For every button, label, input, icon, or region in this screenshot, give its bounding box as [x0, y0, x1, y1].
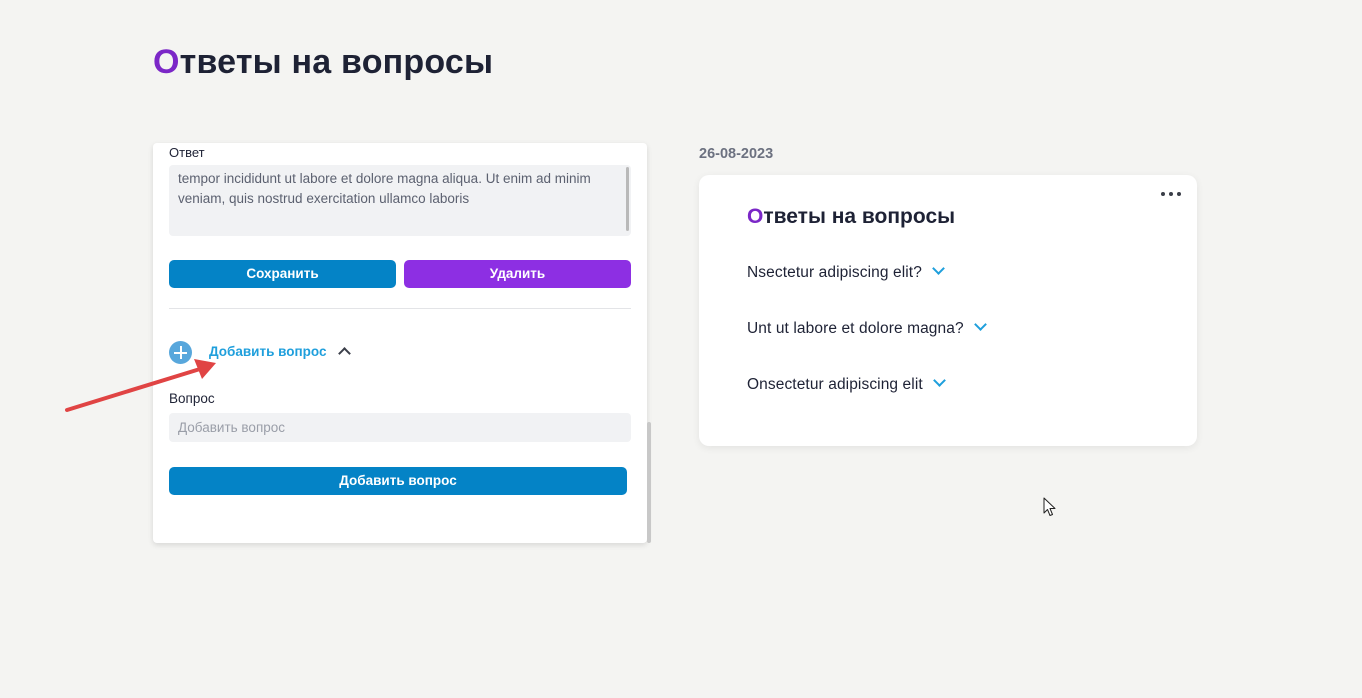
save-button[interactable]: Сохранить	[169, 260, 396, 288]
page-title-rest: тветы на вопросы	[179, 43, 494, 81]
more-horizontal-icon[interactable]	[1161, 187, 1185, 201]
faq-item[interactable]: Unt ut labore et dolore magna?	[747, 318, 987, 344]
panel-scrollbar[interactable]	[647, 422, 651, 543]
chevron-up-icon[interactable]	[338, 347, 351, 360]
answer-textarea[interactable]: tempor incididunt ut labore et dolore ma…	[169, 165, 631, 236]
more-dot	[1169, 192, 1173, 196]
more-dot	[1161, 192, 1165, 196]
answer-text: tempor incididunt ut labore et dolore ma…	[178, 171, 591, 206]
preview-title-first-letter: О	[747, 205, 764, 228]
page-title: Ответы на вопросы	[153, 40, 493, 84]
red-arrow-icon	[65, 359, 216, 412]
faq-question: Onsectetur adipiscing elit	[747, 376, 923, 393]
faq-question: Nsectetur adipiscing elit?	[747, 264, 922, 281]
chevron-down-icon[interactable]	[973, 318, 987, 331]
more-dot	[1177, 192, 1181, 196]
add-question-button[interactable]: Добавить вопрос	[169, 467, 627, 495]
preview-date: 26-08-2023	[699, 146, 774, 162]
preview-title-rest: тветы на вопросы	[763, 205, 956, 228]
preview-title: Ответы на вопросы	[747, 203, 955, 231]
question-input[interactable]	[169, 413, 631, 442]
editor-panel: Ответ tempor incididunt ut labore et dol…	[153, 143, 647, 543]
answer-label: Ответ	[169, 145, 205, 160]
faq-item[interactable]: Nsectetur adipiscing elit?	[747, 262, 945, 288]
textarea-scrollbar[interactable]	[626, 167, 629, 231]
delete-button[interactable]: Удалить	[404, 260, 631, 288]
faq-item[interactable]: Onsectetur adipiscing elit	[747, 374, 946, 400]
faq-preview-card: Ответы на вопросы Nsectetur adipiscing e…	[699, 175, 1197, 446]
faq-question: Unt ut labore et dolore magna?	[747, 320, 964, 337]
chevron-down-icon[interactable]	[932, 374, 946, 387]
chevron-down-icon[interactable]	[932, 262, 945, 275]
mouse-cursor-icon	[1043, 497, 1056, 516]
divider	[169, 308, 631, 309]
page-title-first-letter: О	[153, 43, 180, 81]
